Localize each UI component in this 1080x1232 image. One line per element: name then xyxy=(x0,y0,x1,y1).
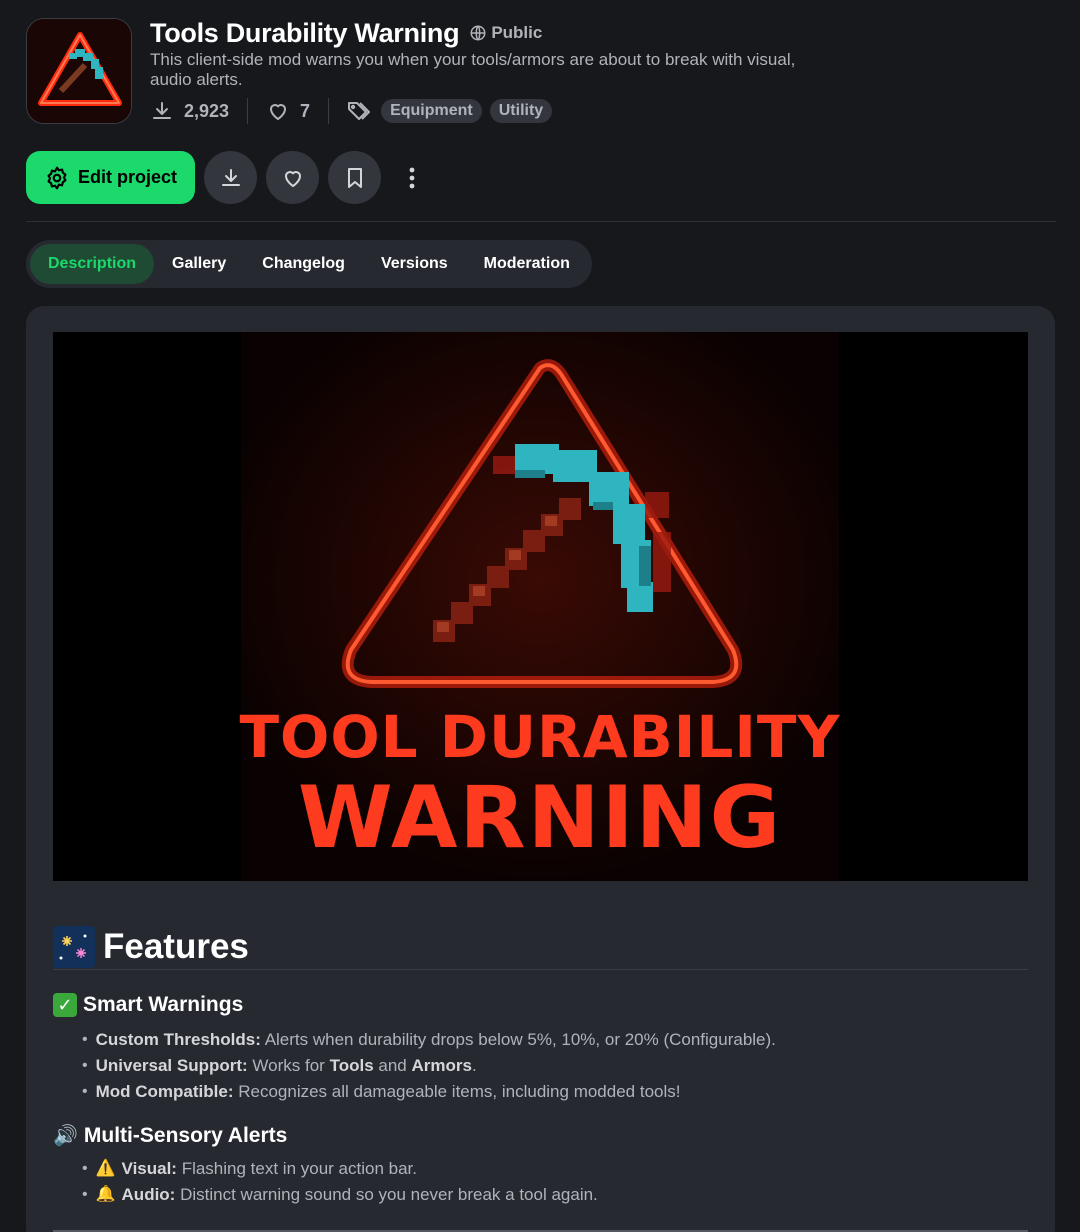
alerts-list: ⚠️Visual: Flashing text in your action b… xyxy=(82,1156,598,1208)
more-options-button[interactable] xyxy=(397,151,427,204)
project-actions: Edit project xyxy=(26,151,427,204)
likes-stat: 7 xyxy=(266,99,310,123)
durability-warning-banner: TOOL DURABILITY WARNING xyxy=(53,332,1028,881)
header-divider xyxy=(26,221,1056,222)
tab-gallery[interactable]: Gallery xyxy=(154,244,244,284)
tab-description[interactable]: Description xyxy=(30,244,155,284)
warning-icon: ⚠️ xyxy=(95,1160,116,1177)
stats-divider xyxy=(247,98,249,124)
tab-versions[interactable]: Versions xyxy=(363,244,466,284)
project-summary: This client-side mod warns you when your… xyxy=(150,50,796,89)
smart-warnings-heading: ✓ Smart Warnings xyxy=(53,993,243,1017)
smart-warnings-list: Custom Thresholds: Alerts when durabilit… xyxy=(82,1027,776,1105)
tag-equipment[interactable]: Equipment xyxy=(381,99,482,123)
smart-warnings-title: Smart Warnings xyxy=(83,993,244,1016)
project-tabs: Description Gallery Changelog Versions M… xyxy=(26,240,592,288)
edit-project-button[interactable]: Edit project xyxy=(26,151,196,204)
list-item: Custom Thresholds: Alerts when durabilit… xyxy=(82,1027,776,1053)
stats-divider xyxy=(328,98,330,124)
alerts-heading: 🔊 Multi-Sensory Alerts xyxy=(53,1123,287,1148)
banner-line2: WARNING xyxy=(298,768,782,868)
project-header: Tools Durability Warning Public This cli… xyxy=(26,18,1056,126)
heart-icon xyxy=(284,170,301,187)
banner-line1: TOOL DURABILITY xyxy=(239,703,840,771)
features-heading: Features xyxy=(53,924,1028,970)
fireworks-icon xyxy=(53,925,95,968)
project-title: Tools Durability Warning xyxy=(150,17,460,48)
downloads-stat: 2,923 xyxy=(150,99,229,123)
bell-icon: 🔔 xyxy=(95,1186,116,1203)
download-button[interactable] xyxy=(204,151,258,204)
likes-count: 7 xyxy=(300,100,311,121)
hero-banner-image: TOOL DURABILITY WARNING xyxy=(53,332,1028,881)
save-button[interactable] xyxy=(328,151,382,204)
tags-icon xyxy=(348,102,371,120)
list-item: Universal Support: Works for Tools and A… xyxy=(82,1053,776,1079)
alerts-title: Multi-Sensory Alerts xyxy=(83,1123,288,1147)
project-stats: 2,923 7 Equipment Utility xyxy=(150,98,560,124)
speaker-icon: 🔊 xyxy=(53,1125,78,1147)
warning-pickaxe-logo-icon xyxy=(27,19,131,123)
project-icon xyxy=(26,18,132,124)
tab-moderation[interactable]: Moderation xyxy=(466,244,588,284)
more-vertical-icon xyxy=(409,167,415,188)
bookmark-icon xyxy=(347,167,362,188)
check-mark-icon: ✓ xyxy=(53,993,77,1017)
download-icon xyxy=(221,168,240,186)
visibility-label: Public xyxy=(491,23,543,42)
heart-icon xyxy=(270,104,287,120)
tab-changelog[interactable]: Changelog xyxy=(244,244,363,284)
tag-utility[interactable]: Utility xyxy=(489,99,553,123)
edit-project-label: Edit project xyxy=(78,167,178,187)
description-card: TOOL DURABILITY WARNING Features ✓ Smart… xyxy=(26,306,1055,1232)
follow-button[interactable] xyxy=(266,151,320,204)
features-title: Features xyxy=(103,926,249,966)
list-item: ⚠️Visual: Flashing text in your action b… xyxy=(82,1156,598,1182)
list-item: 🔔Audio: Distinct warning sound so you ne… xyxy=(82,1182,598,1208)
downloads-count: 2,923 xyxy=(184,100,230,121)
download-icon xyxy=(153,102,171,119)
globe-icon xyxy=(470,25,486,41)
visibility-badge: Public xyxy=(469,23,542,43)
gear-icon xyxy=(47,166,67,189)
list-item: Mod Compatible: Recognizes all damageabl… xyxy=(82,1079,776,1105)
